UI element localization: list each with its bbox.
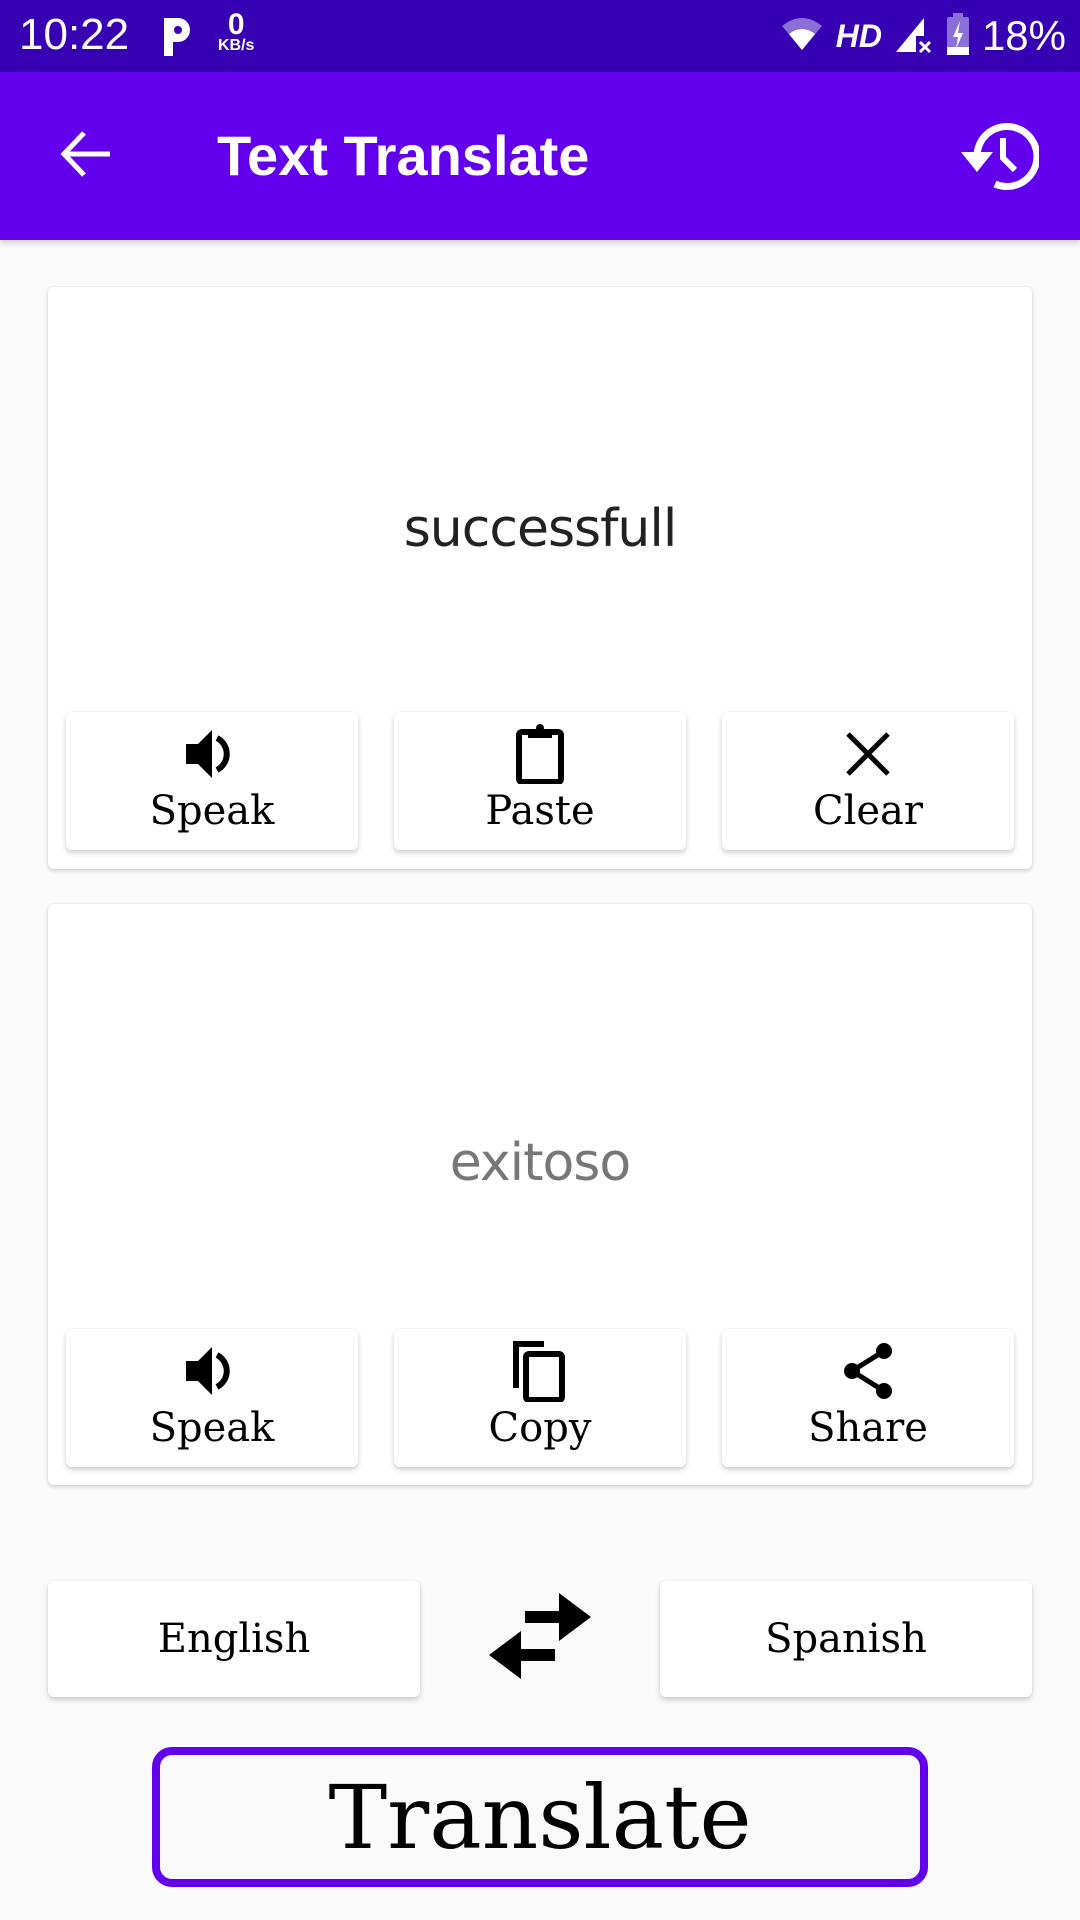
parking-app-icon xyxy=(160,14,196,58)
page-title: Text Translate xyxy=(217,124,590,187)
arrow-back-icon xyxy=(60,129,112,184)
speak-source-button[interactable]: Speak xyxy=(66,712,358,850)
source-text-card: successfull Speak Paste Clear xyxy=(48,287,1032,869)
copy-button[interactable]: Copy xyxy=(394,1329,686,1467)
history-button[interactable] xyxy=(952,112,1042,202)
battery-charging-icon xyxy=(946,12,970,60)
volume-icon xyxy=(182,724,242,784)
status-bar: 10:22 0 KB/s HD 18% xyxy=(0,0,1080,72)
speak-result-label: Speak xyxy=(149,1405,275,1451)
close-icon xyxy=(838,724,898,784)
target-language-button[interactable]: Spanish xyxy=(660,1581,1032,1697)
clear-label: Clear xyxy=(812,788,924,834)
clear-button[interactable]: Clear xyxy=(722,712,1014,850)
result-text-card: exitoso Speak Copy Share xyxy=(48,904,1032,1485)
result-actions: Speak Copy Share xyxy=(66,1329,1014,1467)
source-actions: Speak Paste Clear xyxy=(66,712,1014,850)
history-icon xyxy=(955,116,1041,199)
translated-text: exitoso xyxy=(449,1133,631,1193)
source-text-input[interactable]: successfull xyxy=(48,287,1032,699)
paste-button[interactable]: Paste xyxy=(394,712,686,850)
signal-no-service-icon xyxy=(894,14,934,59)
copy-label: Copy xyxy=(488,1405,592,1451)
speak-source-label: Speak xyxy=(149,788,275,834)
paste-label: Paste xyxy=(485,788,595,834)
network-speed-value: 0 xyxy=(227,8,245,41)
clipboard-icon xyxy=(510,724,570,784)
wifi-icon xyxy=(780,16,824,57)
swap-languages-button[interactable] xyxy=(480,1588,600,1688)
share-icon xyxy=(838,1341,898,1401)
volume-icon xyxy=(182,1341,242,1401)
share-label: Share xyxy=(808,1405,928,1451)
battery-percent: 18% xyxy=(981,12,1066,59)
back-button[interactable] xyxy=(50,120,122,192)
translate-button[interactable]: Translate xyxy=(152,1747,928,1887)
network-speed-unit: KB/s xyxy=(218,37,255,54)
share-button[interactable]: Share xyxy=(722,1329,1014,1467)
speak-result-button[interactable]: Speak xyxy=(66,1329,358,1467)
source-language-button[interactable]: English xyxy=(48,1581,420,1697)
network-type-label: HD xyxy=(835,17,882,54)
app-bar: Text Translate xyxy=(0,72,1080,240)
network-speed: 0 KB/s xyxy=(218,10,254,54)
status-time: 10:22 xyxy=(19,10,130,59)
copy-icon xyxy=(510,1341,570,1402)
swap-arrows-icon xyxy=(485,1592,595,1684)
